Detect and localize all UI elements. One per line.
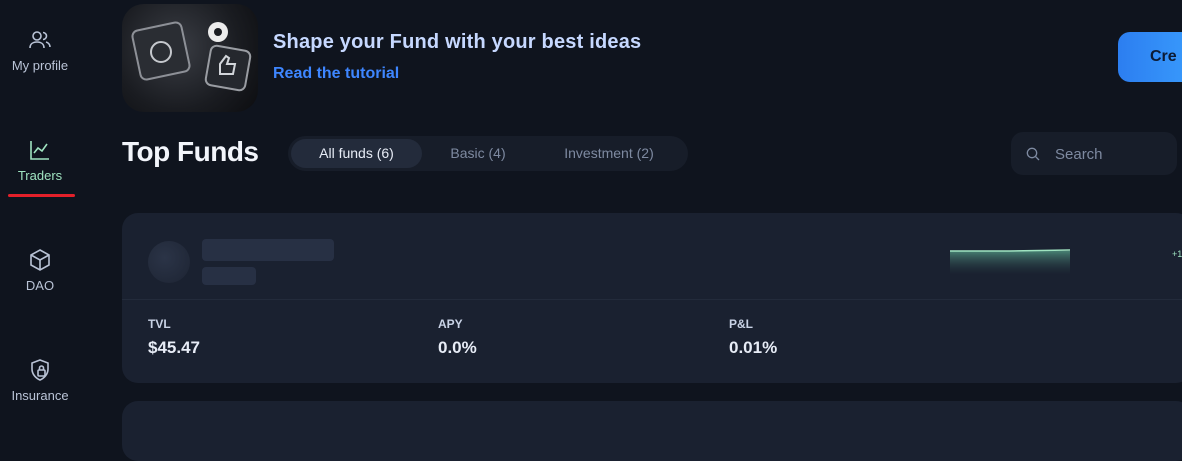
sidebar-item-my-profile[interactable]: My profile	[0, 28, 80, 73]
pnl-value: 0.01%	[729, 338, 778, 357]
tvl-value: $45.47	[148, 338, 200, 357]
shield-lock-icon	[31, 359, 49, 381]
fund-owner-placeholder	[202, 267, 256, 285]
card-divider	[122, 299, 1182, 300]
sidebar-item-label: Insurance	[11, 388, 69, 403]
fund-sparkline	[950, 249, 1070, 275]
fund-avatar	[148, 241, 190, 283]
search-box[interactable]	[1011, 132, 1177, 175]
line-chart-icon	[30, 141, 49, 160]
sidebar-item-dao[interactable]: DAO	[0, 248, 80, 293]
sidebar: My profile Traders DAO Insurance	[0, 0, 80, 427]
page-title: Top Funds	[122, 136, 259, 167]
active-nav-indicator	[8, 194, 75, 197]
apy-label: APY	[438, 317, 463, 331]
sidebar-item-label: DAO	[25, 278, 55, 293]
cube-icon	[30, 249, 50, 271]
tutorial-banner-illustration	[122, 4, 258, 112]
sidebar-item-insurance[interactable]: Insurance	[0, 358, 80, 403]
pnl-label: P&L	[729, 317, 753, 331]
search-icon	[1026, 147, 1040, 161]
user-group-icon	[29, 31, 51, 49]
fund-name-placeholder	[202, 239, 334, 261]
fund-card[interactable]	[122, 401, 1182, 461]
banner-title: Shape your Fund with your best ideas	[273, 31, 642, 53]
fund-filter-tabs: All funds (6) Basic (4) Investment (2)	[288, 136, 688, 171]
sidebar-item-label: My profile	[11, 58, 69, 73]
read-tutorial-link[interactable]: Read the tutorial	[273, 65, 399, 83]
apy-value: 0.0%	[438, 338, 477, 357]
fund-card[interactable]: +1. TVL $45.47 APY 0.0% P&L 0.01%	[122, 213, 1182, 383]
tvl-label: TVL	[148, 317, 171, 331]
search-input[interactable]	[1053, 143, 1167, 165]
tab-basic[interactable]: Basic (4)	[428, 139, 528, 168]
create-fund-button[interactable]: Cre	[1118, 32, 1182, 82]
tab-all-funds[interactable]: All funds (6)	[291, 139, 422, 168]
sidebar-item-label: Traders	[17, 168, 63, 183]
tab-investment[interactable]: Investment (2)	[544, 139, 674, 168]
sidebar-item-traders[interactable]: Traders	[0, 138, 80, 183]
pnl-change-badge: +1.	[1172, 249, 1182, 259]
